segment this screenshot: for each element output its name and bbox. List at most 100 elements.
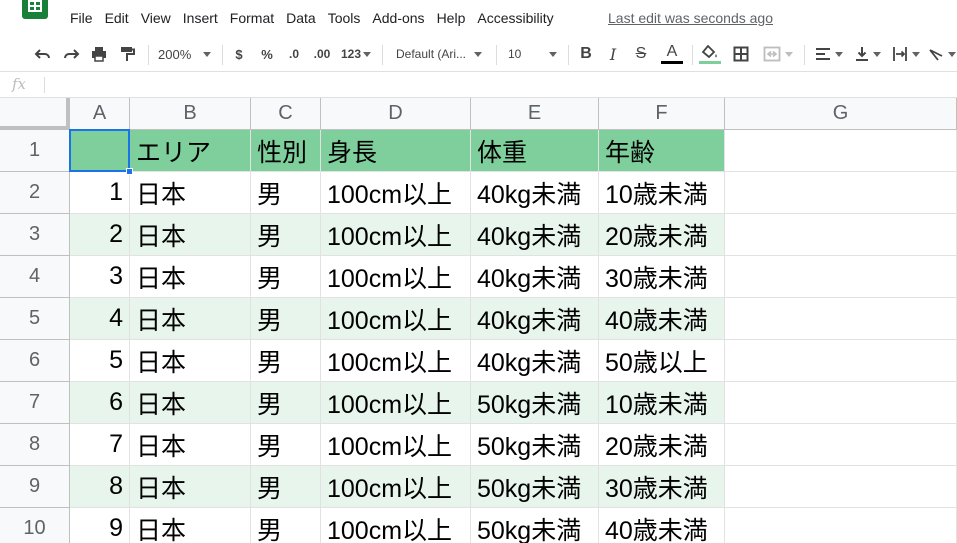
cell-f5[interactable]: 40歳未満 [599, 298, 725, 340]
row-header-9[interactable]: 9 [0, 466, 70, 508]
menu-format[interactable]: Format [224, 9, 280, 27]
row-header-10[interactable]: 10 [0, 508, 70, 543]
cell-a7[interactable]: 6 [70, 382, 130, 424]
cell-c5[interactable]: 男 [251, 298, 321, 340]
column-header-e[interactable]: E [471, 98, 599, 130]
cell-c3[interactable]: 男 [251, 214, 321, 256]
cell-d3[interactable]: 100cm以上 [321, 214, 471, 256]
cell-c9[interactable]: 男 [251, 466, 321, 508]
fill-color-button[interactable] [698, 36, 722, 72]
horizontal-align-button[interactable] [812, 36, 846, 72]
cell-e2[interactable]: 40kg未満 [471, 172, 599, 214]
menu-tools[interactable]: Tools [322, 9, 367, 27]
menu-file[interactable]: File [64, 9, 99, 27]
cell-d2[interactable]: 100cm以上 [321, 172, 471, 214]
cell-b8[interactable]: 日本 [130, 424, 251, 466]
cell-f4[interactable]: 30歳未満 [599, 256, 725, 298]
cell-d6[interactable]: 100cm以上 [321, 340, 471, 382]
cell-g3[interactable] [725, 214, 957, 256]
cell-d8[interactable]: 100cm以上 [321, 424, 471, 466]
paint-format-button[interactable] [116, 36, 138, 72]
cell-d7[interactable]: 100cm以上 [321, 382, 471, 424]
cell-a10[interactable]: 9 [70, 508, 130, 543]
row-header-1[interactable]: 1 [0, 130, 70, 172]
row-header-6[interactable]: 6 [0, 340, 70, 382]
formula-input[interactable] [52, 76, 932, 94]
column-header-g[interactable]: G [725, 98, 957, 130]
cell-g10[interactable] [725, 508, 957, 543]
cell-b3[interactable]: 日本 [130, 214, 251, 256]
row-header-4[interactable]: 4 [0, 256, 70, 298]
italic-button[interactable]: I [603, 36, 623, 72]
text-wrapping-button[interactable] [889, 36, 923, 72]
menu-accessibility[interactable]: Accessibility [471, 9, 559, 27]
increase-decimal-button[interactable]: .00 [309, 36, 335, 72]
select-all-corner[interactable] [0, 98, 70, 130]
cell-b9[interactable]: 日本 [130, 466, 251, 508]
column-header-c[interactable]: C [251, 98, 321, 130]
font-size-select[interactable]: 10 [508, 36, 562, 72]
print-button[interactable] [88, 36, 110, 72]
cell-e9[interactable]: 50kg未満 [471, 466, 599, 508]
cell-f6[interactable]: 50歳以上 [599, 340, 725, 382]
cell-c7[interactable]: 男 [251, 382, 321, 424]
cell-e6[interactable]: 40kg未満 [471, 340, 599, 382]
decrease-decimal-button[interactable]: .0 [283, 36, 305, 72]
cell-b10[interactable]: 日本 [130, 508, 251, 543]
column-header-b[interactable]: B [130, 98, 251, 130]
column-header-a[interactable]: A [70, 98, 130, 130]
cell-d5[interactable]: 100cm以上 [321, 298, 471, 340]
cell-g8[interactable] [725, 424, 957, 466]
cell-g7[interactable] [725, 382, 957, 424]
row-header-3[interactable]: 3 [0, 214, 70, 256]
cell-e3[interactable]: 40kg未満 [471, 214, 599, 256]
cell-d4[interactable]: 100cm以上 [321, 256, 471, 298]
cell-e7[interactable]: 50kg未満 [471, 382, 599, 424]
cell-a5[interactable]: 4 [70, 298, 130, 340]
cell-e10[interactable]: 50kg未満 [471, 508, 599, 543]
cell-b7[interactable]: 日本 [130, 382, 251, 424]
row-header-8[interactable]: 8 [0, 424, 70, 466]
row-header-5[interactable]: 5 [0, 298, 70, 340]
cell-a2[interactable]: 1 [70, 172, 130, 214]
cell-a3[interactable]: 2 [70, 214, 130, 256]
cell-e1[interactable]: 体重 [471, 130, 599, 172]
cell-c2[interactable]: 男 [251, 172, 321, 214]
cell-g6[interactable] [725, 340, 957, 382]
cell-g1[interactable] [725, 130, 957, 172]
cell-f7[interactable]: 10歳未満 [599, 382, 725, 424]
redo-button[interactable] [60, 36, 82, 72]
row-header-2[interactable]: 2 [0, 172, 70, 214]
cell-a4[interactable]: 3 [70, 256, 130, 298]
column-header-f[interactable]: F [599, 98, 725, 130]
cell-d10[interactable]: 100cm以上 [321, 508, 471, 543]
text-rotation-button[interactable] [928, 36, 957, 72]
cell-c4[interactable]: 男 [251, 256, 321, 298]
menu-help[interactable]: Help [431, 9, 472, 27]
cell-c10[interactable]: 男 [251, 508, 321, 543]
cell-c1[interactable]: 性別 [251, 130, 321, 172]
number-format-select[interactable]: 123 [339, 36, 373, 72]
cell-f10[interactable]: 40歳未満 [599, 508, 725, 543]
vertical-align-button[interactable] [852, 36, 884, 72]
cell-e4[interactable]: 40kg未満 [471, 256, 599, 298]
borders-button[interactable] [730, 36, 752, 72]
merge-cells-button[interactable] [758, 36, 798, 72]
cell-b2[interactable]: 日本 [130, 172, 251, 214]
column-header-d[interactable]: D [321, 98, 471, 130]
fill-handle[interactable] [126, 168, 133, 175]
undo-button[interactable] [32, 36, 54, 72]
cell-e5[interactable]: 40kg未満 [471, 298, 599, 340]
zoom-select[interactable]: 200% [158, 36, 216, 72]
strikethrough-button[interactable]: S [631, 36, 651, 72]
cell-e8[interactable]: 50kg未満 [471, 424, 599, 466]
last-edit-link[interactable]: Last edit was seconds ago [608, 9, 773, 27]
menu-addons[interactable]: Add-ons [366, 9, 430, 27]
row-header-7[interactable]: 7 [0, 382, 70, 424]
cell-g5[interactable] [725, 298, 957, 340]
text-color-button[interactable]: A [660, 36, 684, 72]
cell-c8[interactable]: 男 [251, 424, 321, 466]
cell-c6[interactable]: 男 [251, 340, 321, 382]
font-family-select[interactable]: Default (Ari... [396, 36, 488, 72]
menu-edit[interactable]: Edit [99, 9, 135, 27]
